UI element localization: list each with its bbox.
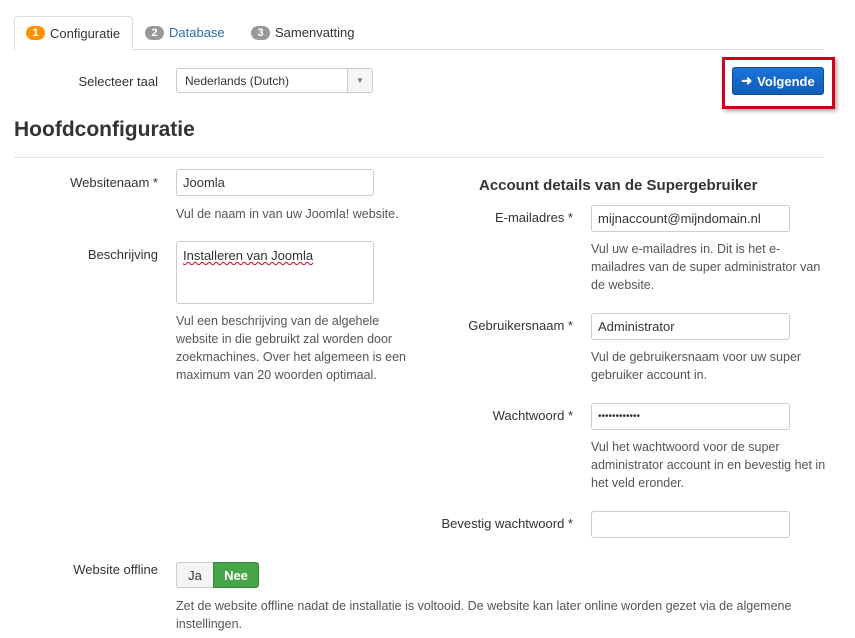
description-text: Installeren van Joomla xyxy=(183,248,314,263)
username-input[interactable]: Administrator xyxy=(591,313,790,340)
site-name-help: Vul de naam in van uw Joomla! website. xyxy=(176,207,399,221)
password-label: Wachtwoord * xyxy=(492,408,573,423)
offline-yes-button[interactable]: Ja xyxy=(176,562,213,588)
language-label: Selecteer taal xyxy=(78,74,159,89)
tab-label: Samenvatting xyxy=(275,25,355,40)
account-section-title: Account details van de Supergebruiker xyxy=(479,177,758,194)
next-button-label: Volgende xyxy=(757,73,815,89)
password-help: Vul het wachtwoord voor de super adminis… xyxy=(591,440,826,490)
page-title: Hoofdconfiguratie xyxy=(14,118,195,141)
offline-toggle: Ja Nee xyxy=(176,562,259,588)
username-label: Gebruikersnaam * xyxy=(468,318,573,333)
chevron-down-icon[interactable]: ▼ xyxy=(347,69,372,92)
description-help: Vul een beschrijving van de algehele web… xyxy=(176,314,406,382)
confirm-password-label: Bevestig wachtwoord * xyxy=(441,516,573,531)
step-badge: 1 xyxy=(26,26,45,40)
tab-configuratie[interactable]: 1 Configuratie xyxy=(14,16,133,50)
step-badge: 3 xyxy=(251,25,270,40)
joomla-installer-page: 1 Configuratie 2 Database 3 Samenvatting… xyxy=(0,0,855,638)
tab-label: Database xyxy=(169,25,225,40)
arrow-right-icon: ➜ xyxy=(741,73,753,88)
tab-database[interactable]: 2 Database xyxy=(145,16,225,49)
email-label: E-mailadres * xyxy=(494,210,573,225)
email-input[interactable]: mijnaccount@mijndomain.nl xyxy=(591,205,790,232)
description-label: Beschrijving xyxy=(87,247,158,262)
language-selected-value: Nederlands (Dutch) xyxy=(185,74,290,88)
divider xyxy=(14,157,824,158)
tab-samenvatting[interactable]: 3 Samenvatting xyxy=(251,16,355,49)
confirm-password-input[interactable] xyxy=(591,511,790,538)
offline-no-button[interactable]: Nee xyxy=(213,562,259,588)
password-input[interactable]: •••••••••••• xyxy=(591,403,790,430)
offline-label: Website offline xyxy=(73,562,158,577)
offline-help: Zet de website offline nadat de installa… xyxy=(176,599,792,631)
email-help: Vul uw e-mailadres in. Dit is het e-mail… xyxy=(591,242,821,292)
username-help: Vul de gebruikersnaam voor uw super gebr… xyxy=(591,350,802,382)
language-select[interactable]: Nederlands (Dutch) ▼ xyxy=(176,68,373,93)
site-name-label: Websitenaam * xyxy=(70,175,158,190)
site-name-input[interactable]: Joomla xyxy=(176,169,374,196)
step-tabs: 1 Configuratie 2 Database 3 Samenvatting xyxy=(14,16,824,50)
step-badge: 2 xyxy=(145,25,164,40)
tab-label: Configuratie xyxy=(50,25,121,41)
description-textarea[interactable]: Installeren van Joomla xyxy=(176,241,374,304)
next-button[interactable]: ➜ Volgende xyxy=(732,67,824,95)
